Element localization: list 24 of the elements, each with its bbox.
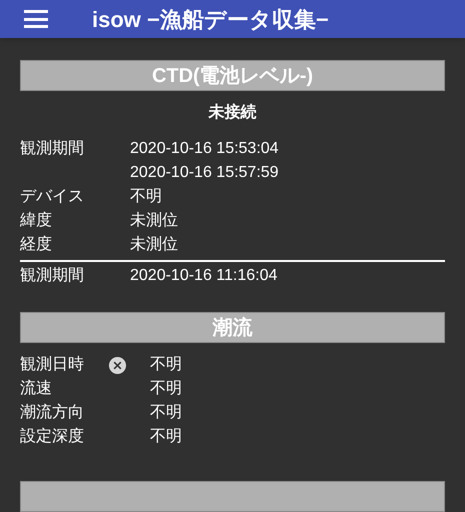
field-value: 2020-10-16 15:57:59 xyxy=(130,163,279,183)
field-value: 不明 xyxy=(150,427,182,447)
field-label: 観測日時 xyxy=(20,356,84,373)
field-label: デバイス xyxy=(20,188,84,205)
field-value: 未測位 xyxy=(130,210,178,231)
section-header: 潮流 xyxy=(20,312,445,343)
field-value: 不明 xyxy=(150,379,182,399)
field-label: 経度 xyxy=(20,236,52,253)
menu-icon[interactable] xyxy=(24,10,48,28)
field-value: 2020-10-16 11:16:04 xyxy=(130,266,278,286)
connection-status: 未接続 xyxy=(208,102,256,123)
field-value: 不明 xyxy=(150,355,182,375)
app-title: isow −漁船データ収集− xyxy=(92,6,329,34)
field-label: 設定深度 xyxy=(20,428,84,445)
field-label: 観測期間 xyxy=(20,140,84,157)
field-label: 潮流方向 xyxy=(20,404,84,421)
field-label: 観測期間 xyxy=(20,267,84,284)
field-value: 未測位 xyxy=(130,234,178,255)
field-value: 不明 xyxy=(150,403,182,423)
field-label: 緯度 xyxy=(20,212,52,229)
field-label: 流速 xyxy=(20,380,52,397)
field-value: 2020-10-16 15:53:04 xyxy=(130,139,279,159)
field-value: 不明 xyxy=(130,187,162,207)
section-header: CTD(電池レベル-) xyxy=(20,60,445,91)
